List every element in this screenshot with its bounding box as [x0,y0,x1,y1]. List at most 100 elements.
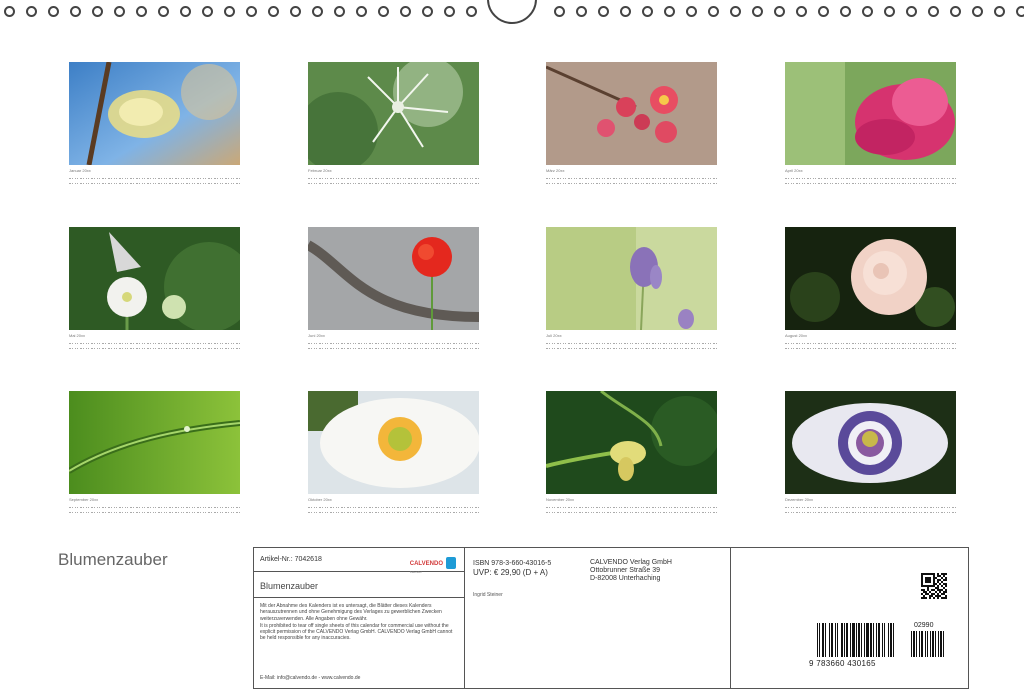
day-cell [85,340,90,344]
day-cell [790,504,795,508]
weekday-cell [319,345,323,349]
day-cell [74,175,79,179]
weekday-cell [230,345,235,349]
day-cell [585,175,589,179]
weekday-cell [702,180,706,184]
day-cell [386,504,390,508]
weekday-cell [447,345,452,349]
weekday-cell [363,180,368,184]
binding-hole [356,6,367,17]
info-middle-column: ISBN 978-3-660-43016-5 UVP: € 29,90 (D +… [465,548,731,688]
day-cell [363,504,368,508]
weekday-cell [612,509,617,513]
day-cell [436,504,440,508]
author: Ingrid Steiner [473,592,503,598]
weekday-cell [475,345,479,349]
weekday-cell [369,509,373,513]
day-cell [890,340,895,344]
day-cell [657,175,662,179]
weekday-cell [236,345,240,349]
photo-august [785,227,956,330]
weekday-cell [924,180,929,184]
day-cell [391,340,396,344]
day-cell [896,504,901,508]
day-cell [702,504,706,508]
weekday-cell [391,180,396,184]
day-cell [801,175,806,179]
day-cell [562,504,567,508]
day-cell [352,175,357,179]
day-row [546,504,717,508]
weekday-cell [180,180,185,184]
legal-text-de: Mit der Abnahme des Kalenders ist es unt… [260,603,442,622]
day-cell [135,504,140,508]
weekday-cell [158,180,162,184]
day-cell [236,175,240,179]
day-row [69,504,240,508]
weekday-cell [219,180,224,184]
day-cell [807,340,811,344]
binding-hole [752,6,763,17]
day-cell [812,504,817,508]
weekday-cell [330,345,334,349]
price: UVP: € 29,90 (D + A) [473,568,548,577]
day-cell [707,340,712,344]
weekday-cell [374,180,379,184]
weekday-cell [902,509,906,513]
weekday-cell [441,345,446,349]
day-cell [96,340,101,344]
weekday-cell [352,345,357,349]
weekday-cell [352,509,357,513]
day-cell [214,175,218,179]
month-maerz: März 20xx [546,62,717,184]
weekday-cell [913,345,917,349]
day-cell [186,340,190,344]
weekday-cell [408,180,412,184]
day-cell [458,504,463,508]
weekday-cell [812,180,817,184]
weekday-cell [918,509,923,513]
day-cell [868,175,873,179]
day-cell [458,340,463,344]
photo-april [785,62,956,165]
day-cell [663,175,667,179]
month-label: April 20xx [785,168,803,173]
day-cell [646,175,650,179]
weekday-cell [668,345,673,349]
day-cell [702,175,706,179]
day-cell [657,340,662,344]
day-cell [413,504,418,508]
weekday-cell [174,509,179,513]
weekday-cell [358,180,362,184]
weekday-cell [952,509,956,513]
day-cell [924,175,929,179]
binding-hole [136,6,147,17]
weekday-cell [347,345,351,349]
weekday-cell [624,345,628,349]
day-cell [124,340,129,344]
day-cell [174,175,179,179]
day-cell [546,340,550,344]
day-cell [640,340,645,344]
day-cell [202,175,207,179]
day-cell [930,340,934,344]
binding-hole [620,6,631,17]
weekday-cell [430,509,435,513]
isbn: ISBN 978-3-660-43016-5 [473,560,552,567]
weekday-cell [629,180,634,184]
weekday-cell [436,509,440,513]
day-cell [186,175,190,179]
publisher-address: CALVENDO Verlag GmbH Ottobrunner Straße … [590,559,672,583]
day-cell [169,340,173,344]
weekday-cell [130,345,134,349]
weekday-cell [169,180,173,184]
day-cell [464,175,468,179]
weekday-cell [436,180,440,184]
day-cell [369,175,373,179]
day-cell [341,504,346,508]
weekday-cell [618,180,623,184]
weekday-cell [835,180,839,184]
weekday-cell [236,509,240,513]
day-cell [430,340,435,344]
binding-hole [70,6,81,17]
